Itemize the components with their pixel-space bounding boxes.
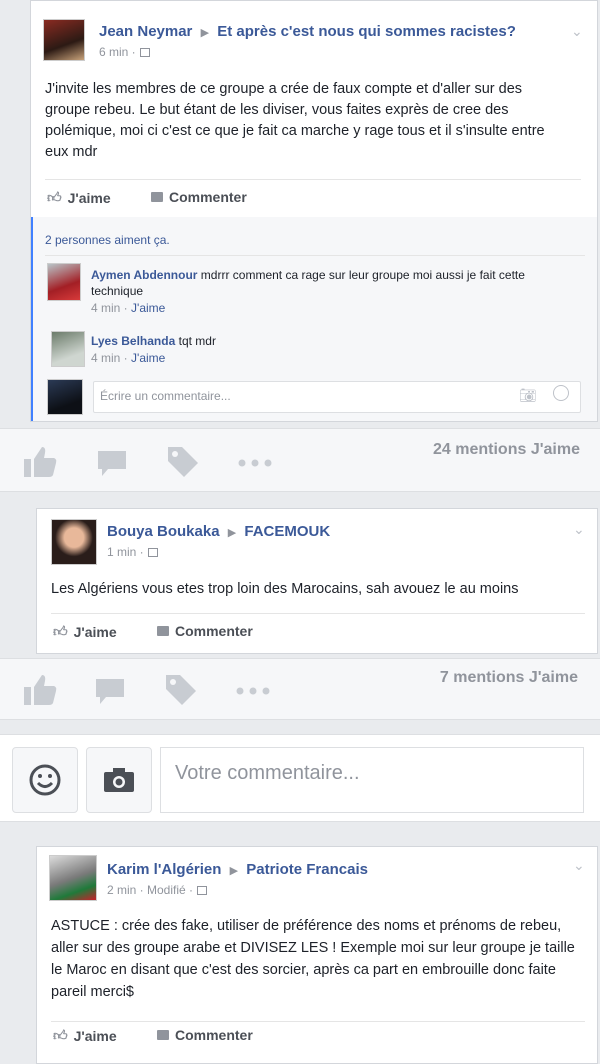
post-time[interactable]: 2 min · Modifié ·: [107, 883, 193, 897]
avatar: [47, 379, 83, 415]
author-name[interactable]: Bouya Boukaka: [107, 523, 220, 540]
author-name[interactable]: Karim l'Algérien: [107, 861, 221, 878]
likes-count[interactable]: 24 mentions J'aime: [433, 441, 580, 459]
comment-time[interactable]: 4 min ·: [91, 301, 128, 315]
chevron-down-icon[interactable]: ⌄: [573, 521, 585, 538]
avatar[interactable]: [49, 855, 97, 901]
emoji-button[interactable]: [12, 747, 78, 813]
tag-icon[interactable]: [164, 673, 198, 707]
comment-field[interactable]: Votre commentaire...: [160, 747, 584, 813]
comment-icon[interactable]: [96, 449, 128, 479]
comment-input[interactable]: Écrire un commentaire...: [93, 381, 581, 413]
thumbs-up-icon: 👍︎: [47, 189, 62, 205]
comment-icon: [151, 192, 163, 202]
screen: Jean Neymar ▶ Et après c'est nous qui so…: [0, 0, 600, 1064]
camera-icon[interactable]: 📷︎: [519, 387, 537, 404]
arrow-right-icon: ▶: [200, 27, 210, 39]
group-name[interactable]: Patriote Francais: [246, 861, 368, 878]
group-audience-icon: [197, 885, 208, 895]
camera-button[interactable]: [86, 747, 152, 813]
action-bar: 24 mentions J'aime: [0, 428, 600, 492]
comment-button[interactable]: Commenter: [157, 623, 253, 639]
thumbs-up-icon: 👍︎: [53, 623, 68, 639]
comment-item: Aymen Abdennour mdrrr comment ca rage su…: [91, 267, 577, 315]
comment-icon[interactable]: [94, 677, 126, 707]
post-time[interactable]: 1 min ·: [107, 545, 144, 559]
like-button[interactable]: 👍︎ J'aime: [47, 189, 111, 206]
comment-composer: Votre commentaire...: [0, 734, 600, 822]
comment-button[interactable]: Commenter: [151, 189, 247, 205]
chevron-down-icon[interactable]: ⌄: [571, 23, 583, 40]
likes-summary[interactable]: 2 personnes aiment ça.: [45, 233, 170, 247]
comment-text: tqt mdr: [178, 334, 216, 348]
like-button[interactable]: 👍︎ J'aime: [53, 1027, 117, 1044]
tag-icon[interactable]: [166, 445, 200, 479]
author-name[interactable]: Jean Neymar: [99, 23, 192, 40]
emoji-icon[interactable]: [553, 385, 569, 401]
thumbs-up-icon[interactable]: [22, 445, 58, 479]
group-audience-icon: [147, 547, 158, 557]
avatar[interactable]: [43, 19, 85, 61]
post-body: Les Algériens vous etes trop loin des Ma…: [51, 581, 519, 597]
thumbs-up-icon: 👍︎: [53, 1027, 68, 1043]
post-card-2: Bouya Boukaka ▶ FACEMOUK 1 min · ⌄ Les A…: [36, 508, 598, 654]
arrow-right-icon: ▶: [227, 527, 237, 539]
comment-button[interactable]: Commenter: [157, 1027, 253, 1043]
like-button[interactable]: 👍︎ J'aime: [53, 623, 117, 640]
post-time[interactable]: 6 min ·: [99, 45, 136, 59]
comment-icon: [157, 626, 169, 636]
group-name[interactable]: FACEMOUK: [244, 523, 330, 540]
comment-author[interactable]: Aymen Abdennour: [91, 268, 197, 282]
comment-item: Lyes Belhanda tqt mdr 4 min · J'aime: [91, 333, 577, 365]
post-card-1: Jean Neymar ▶ Et après c'est nous qui so…: [30, 0, 598, 422]
camera-icon: [104, 768, 134, 792]
avatar[interactable]: [47, 263, 81, 301]
arrow-right-icon: ▶: [229, 865, 239, 877]
post-body: J'invite les membres de ce groupe a crée…: [45, 81, 545, 160]
action-bar: 7 mentions J'aime: [0, 658, 600, 720]
avatar[interactable]: [51, 519, 97, 565]
comment-time[interactable]: 4 min ·: [91, 351, 128, 365]
post-body: ASTUCE : crée des fake, utiliser de préf…: [51, 918, 575, 1000]
chevron-down-icon[interactable]: ⌄: [573, 857, 585, 874]
avatar[interactable]: [51, 331, 85, 367]
comment-like-link[interactable]: J'aime: [131, 351, 165, 365]
likes-count[interactable]: 7 mentions J'aime: [440, 669, 578, 687]
more-icon[interactable]: [236, 687, 270, 695]
comments-section: 2 personnes aiment ça. Aymen Abdennour m…: [31, 217, 597, 421]
more-icon[interactable]: [238, 459, 272, 467]
group-audience-icon: [139, 47, 150, 57]
thumbs-up-icon[interactable]: [22, 673, 58, 707]
group-name[interactable]: Et après c'est nous qui sommes racistes?: [217, 23, 516, 40]
post-card-3: Karim l'Algérien ▶ Patriote Francais 2 m…: [36, 846, 598, 1064]
emoji-icon: [29, 764, 61, 796]
comment-author[interactable]: Lyes Belhanda: [91, 334, 175, 348]
comment-icon: [157, 1030, 169, 1040]
comment-like-link[interactable]: J'aime: [131, 301, 165, 315]
